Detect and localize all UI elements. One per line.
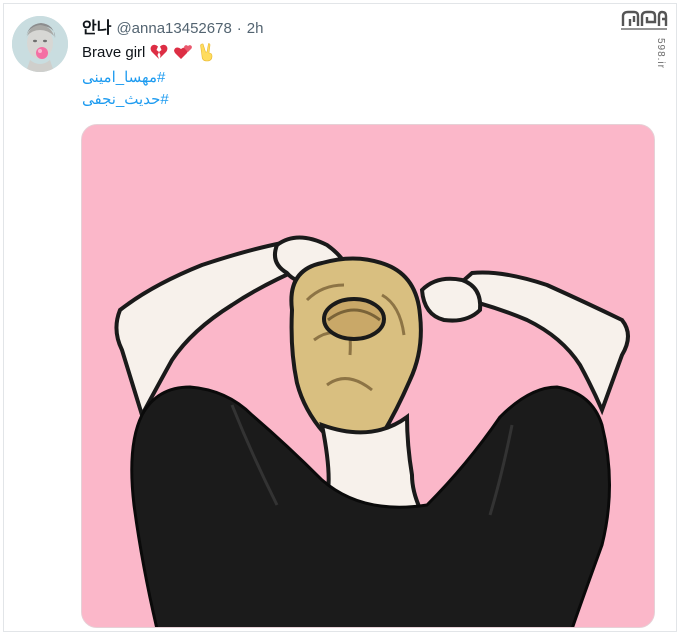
site-watermark: 598.ir [655, 38, 666, 70]
timestamp[interactable]: 2h [247, 20, 264, 37]
hashtag-link-1[interactable]: #مهسا_امینی [82, 68, 165, 86]
tweet-media-image[interactable] [81, 124, 655, 628]
victory-hand-icon [200, 43, 213, 62]
tweet-header: 안나 @anna13452678 · 2h [82, 14, 264, 38]
tweet-text-content: Brave girl [82, 43, 146, 61]
user-handle[interactable]: @anna13452678 [116, 20, 231, 37]
two-hearts-icon [174, 45, 193, 59]
broken-heart-icon [150, 44, 168, 59]
separator: · [236, 20, 242, 37]
hashtag-link-2[interactable]: #حدیث_نجفی [82, 90, 169, 108]
598-logo-icon [621, 10, 668, 30]
avatar-statue-icon [12, 16, 68, 72]
avatar[interactable] [12, 16, 68, 72]
display-name[interactable]: 안나 [82, 14, 111, 38]
tweet-text: Brave girl [82, 42, 217, 62]
girl-tying-hair-illustration [82, 125, 654, 627]
